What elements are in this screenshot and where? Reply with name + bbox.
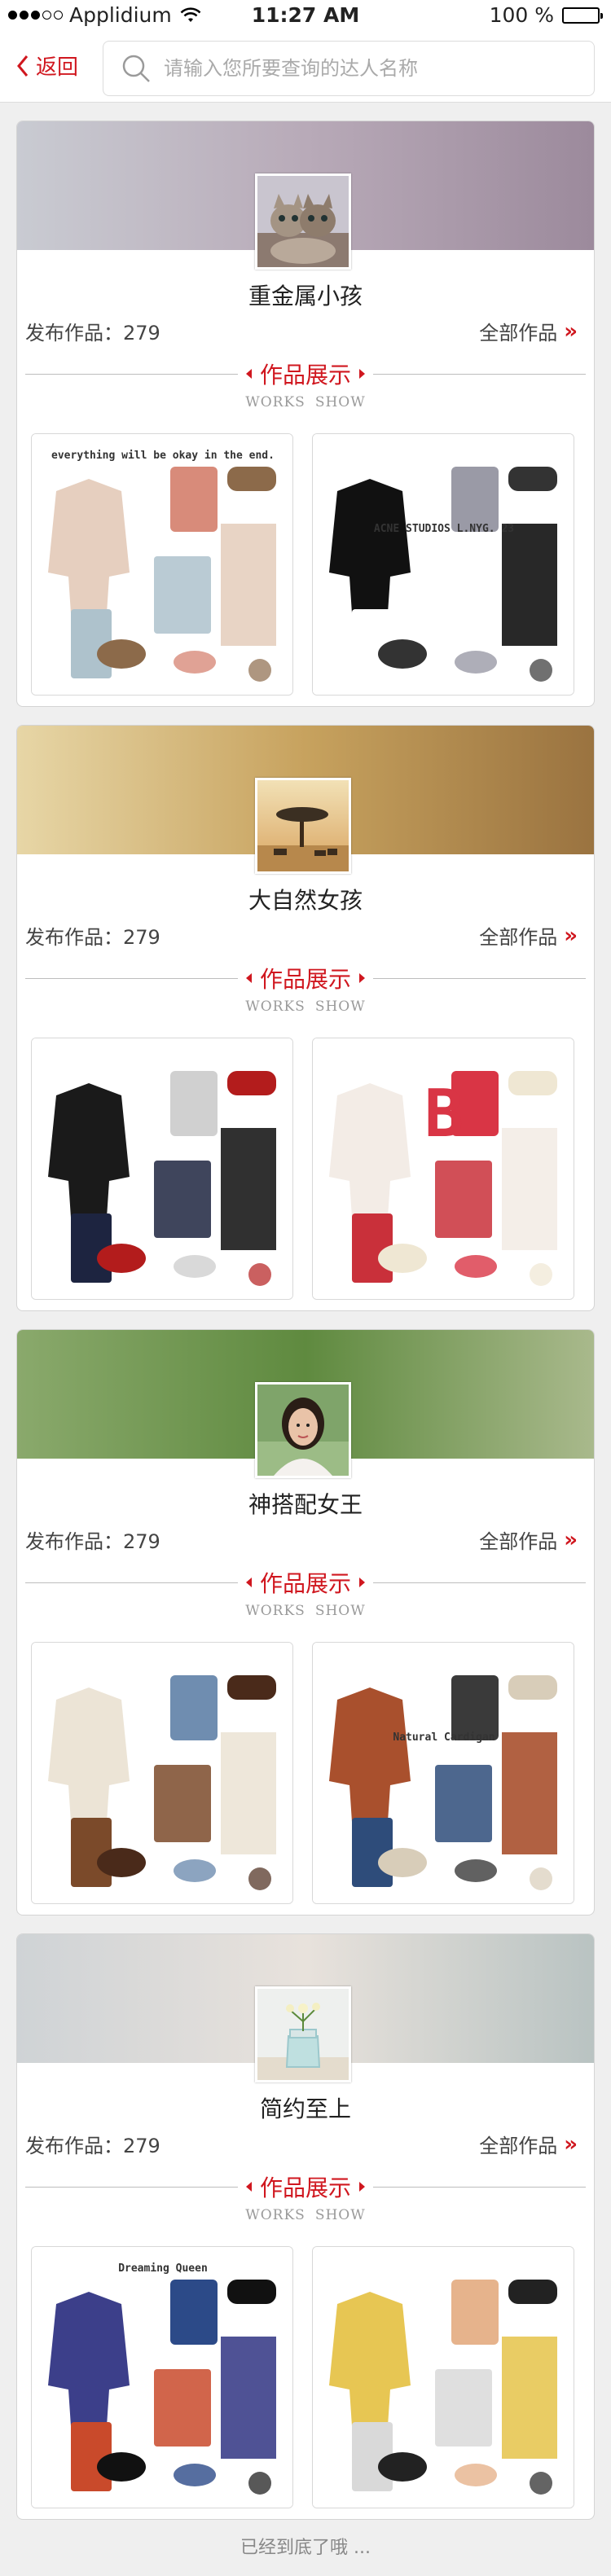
- works-show-title: 作品展示: [259, 966, 351, 993]
- all-works-link[interactable]: 全部作品 »: [479, 2130, 578, 2158]
- search-icon: [122, 55, 150, 82]
- triangle-left-icon: [245, 2182, 252, 2192]
- woman-portrait-avatar[interactable]: [255, 1382, 351, 1478]
- works-count-value: 279: [123, 2135, 160, 2157]
- works-count-label: 发布作品：: [25, 1530, 123, 1553]
- subtitle-show: SHOW: [314, 1603, 366, 1619]
- subtitle-show: SHOW: [314, 2207, 366, 2223]
- all-works-label: 全部作品: [479, 1530, 558, 1553]
- outfit-plaid-blouse-collage[interactable]: Dreaming Queen: [31, 2246, 293, 2508]
- double-chevron-right-icon: »: [564, 923, 578, 948]
- double-chevron-right-icon: »: [564, 318, 578, 344]
- all-works-link[interactable]: 全部作品 »: [479, 1525, 578, 1554]
- expert-card[interactable]: 大自然女孩发布作品：279 全部作品 » 作品展示 WORKS SHOW B: [16, 725, 595, 1311]
- subtitle-works: WORKS: [245, 998, 306, 1015]
- triangle-left-icon: [245, 973, 252, 983]
- svg-text:Dreaming Queen: Dreaming Queen: [118, 2262, 208, 2275]
- outfit-black-velvet-collage[interactable]: ACNE STUDIOS L.NYG. 23: [312, 433, 574, 696]
- triangle-left-icon: [245, 1578, 252, 1587]
- all-works-link[interactable]: 全部作品 »: [479, 921, 578, 950]
- works-count: 发布作品：279: [25, 1525, 160, 1554]
- works-count: 发布作品：279: [25, 317, 160, 345]
- works-show-subtitle: WORKS SHOW: [17, 394, 594, 410]
- outfit-polka-dot-collage[interactable]: B: [312, 1038, 574, 1300]
- works-count-label: 发布作品：: [25, 2135, 123, 2157]
- outfit-nordic-sweater-collage[interactable]: [31, 1642, 293, 1904]
- expert-name[interactable]: 大自然女孩: [17, 883, 594, 915]
- works-show-heading: 作品展示: [17, 358, 594, 390]
- works-show-heading: 作品展示: [17, 1566, 594, 1599]
- expert-name[interactable]: 神搭配女王: [17, 1487, 594, 1520]
- double-chevron-right-icon: »: [564, 1527, 578, 1552]
- outfit-yellow-stripe-collage[interactable]: [312, 2246, 574, 2508]
- chevron-left-icon: [17, 55, 29, 77]
- status-bar: Applidium 11:27 AM 100 %: [0, 0, 611, 33]
- battery-percent: 100 %: [489, 3, 554, 27]
- expert-name[interactable]: 简约至上: [17, 2091, 594, 2124]
- works-count-value: 279: [123, 322, 160, 344]
- cats-avatar[interactable]: [255, 173, 351, 270]
- search-input[interactable]: [164, 57, 571, 80]
- expert-name[interactable]: 重金属小孩: [17, 279, 594, 311]
- svg-text:everything will be okay in the: everything will be okay in the end.: [51, 450, 275, 462]
- works-show-subtitle: WORKS SHOW: [17, 1603, 594, 1619]
- works-count: 发布作品：279: [25, 2130, 160, 2158]
- flower-jar-avatar[interactable]: [255, 1986, 351, 2082]
- subtitle-show: SHOW: [314, 394, 366, 410]
- all-works-label: 全部作品: [479, 926, 558, 949]
- all-works-link[interactable]: 全部作品 »: [479, 317, 578, 345]
- works-show-heading: 作品展示: [17, 2170, 594, 2203]
- works-show-heading: 作品展示: [17, 962, 594, 994]
- works-count: 发布作品：279: [25, 921, 160, 950]
- works-count-value: 279: [123, 1530, 160, 1553]
- svg-text:B: B: [424, 1076, 464, 1152]
- outfit-rust-cardigan-collage[interactable]: Natural Cardigan: [312, 1642, 574, 1904]
- expert-card[interactable]: 神搭配女王发布作品：279 全部作品 » 作品展示 WORKS SHOW Natural C…: [16, 1329, 595, 1916]
- battery-icon: [562, 7, 603, 24]
- all-works-label: 全部作品: [479, 2135, 558, 2157]
- works-show-title: 作品展示: [259, 2174, 351, 2201]
- triangle-right-icon: [359, 2182, 365, 2192]
- works-show-subtitle: WORKS SHOW: [17, 998, 594, 1015]
- battery-status: 100 %: [489, 3, 603, 27]
- works-count-label: 发布作品：: [25, 926, 123, 949]
- subtitle-works: WORKS: [245, 394, 306, 410]
- works-show-title: 作品展示: [259, 1570, 351, 1597]
- outfit-knit-sweater-collage[interactable]: everything will be okay in the end.: [31, 433, 293, 696]
- outfit-graphic-sweatshirt-collage[interactable]: [31, 1038, 293, 1300]
- triangle-right-icon: [359, 369, 365, 379]
- expert-card[interactable]: 重金属小孩发布作品：279 全部作品 » 作品展示 WORKS SHOW everythin…: [16, 121, 595, 707]
- end-of-list-text: 已经到底了哦 ...: [240, 2538, 371, 2558]
- double-chevron-right-icon: »: [564, 2131, 578, 2157]
- subtitle-works: WORKS: [245, 2207, 306, 2223]
- works-count-value: 279: [123, 926, 160, 949]
- expert-card[interactable]: 简约至上发布作品：279 全部作品 » 作品展示 WORKS SHOW Dreaming Q…: [16, 1933, 595, 2520]
- search-box[interactable]: [103, 41, 595, 96]
- works-show-title: 作品展示: [259, 362, 351, 388]
- all-works-label: 全部作品: [479, 322, 558, 344]
- back-button[interactable]: 返回: [16, 50, 78, 81]
- works-show-subtitle: WORKS SHOW: [17, 2207, 594, 2223]
- subtitle-works: WORKS: [245, 1603, 306, 1619]
- nav-bar: 返回: [0, 33, 611, 103]
- svg-text:Natural Cardigan: Natural Cardigan: [393, 1731, 495, 1744]
- svg-text:ACNE STUDIOS L.NYG. 23: ACNE STUDIOS L.NYG. 23: [374, 523, 514, 535]
- triangle-right-icon: [359, 1578, 365, 1587]
- triangle-right-icon: [359, 973, 365, 983]
- savanna-avatar[interactable]: [255, 778, 351, 874]
- triangle-left-icon: [245, 369, 252, 379]
- back-label: 返回: [36, 55, 79, 80]
- works-count-label: 发布作品：: [25, 322, 123, 344]
- subtitle-show: SHOW: [314, 998, 366, 1015]
